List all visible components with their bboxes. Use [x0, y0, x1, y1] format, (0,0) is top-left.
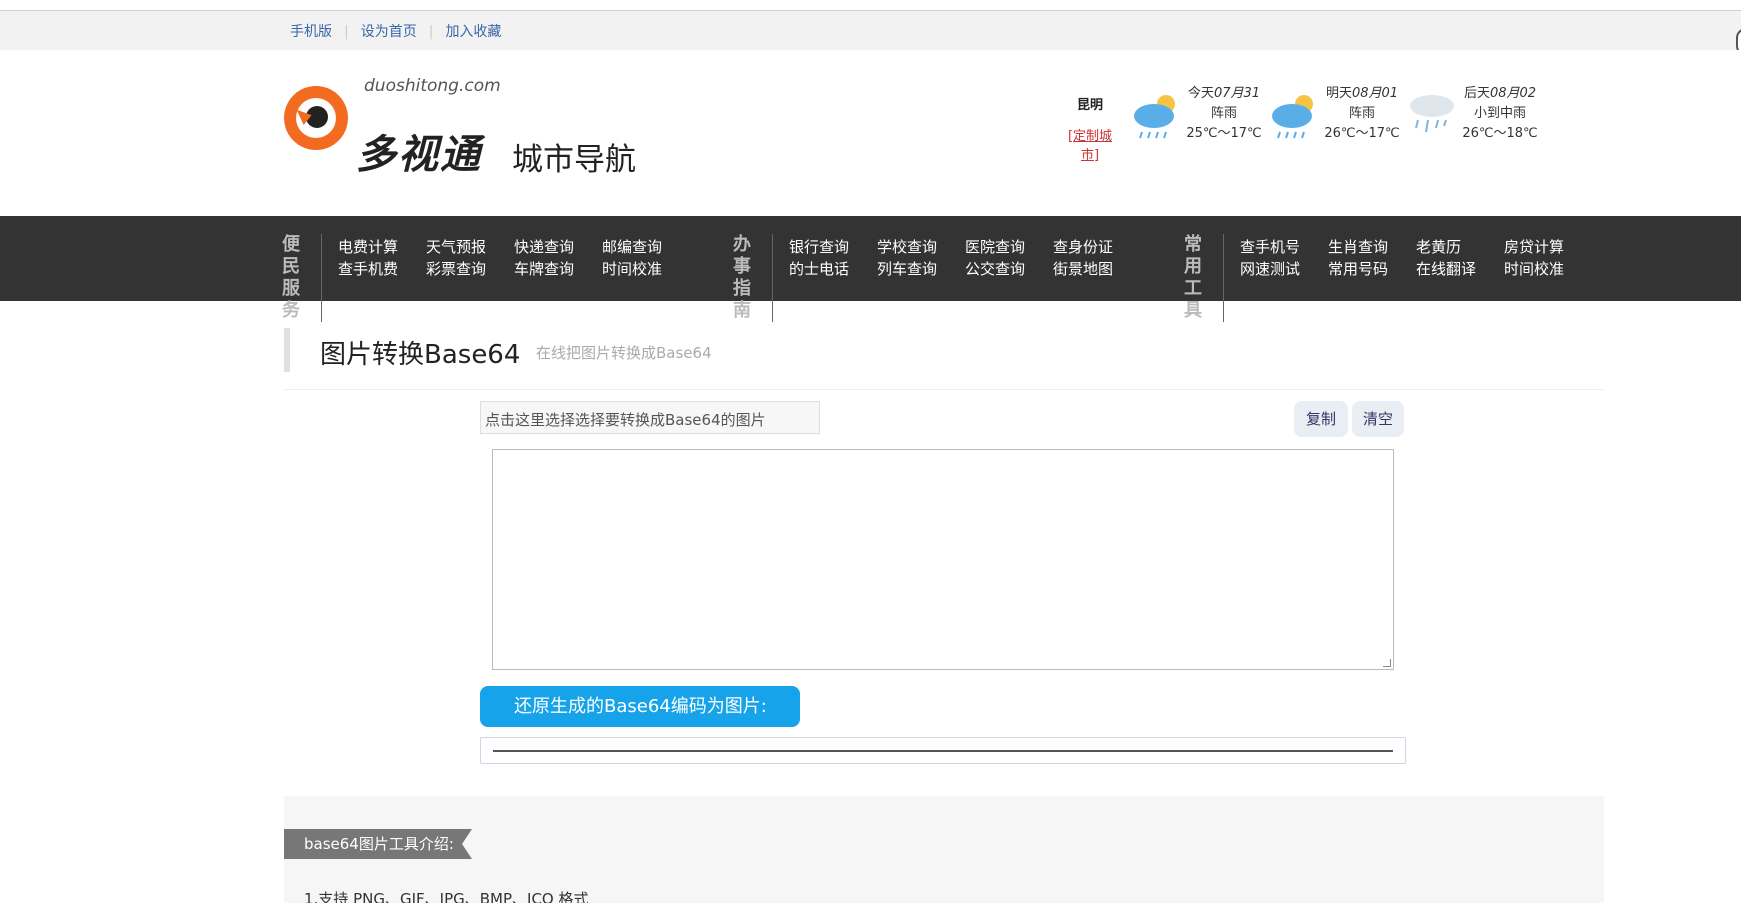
logo-brand: 多视通 — [356, 132, 482, 178]
mobile-version-link[interactable]: 手机版 — [290, 24, 332, 40]
logo-subtitle: 城市导航 — [512, 142, 636, 178]
logo-domain: duoshitong.com — [364, 76, 501, 96]
main-nav-bar: 便民服务 电费计算 天气预报 快递查询 邮编查询 查手机费 彩票查询 车牌查询 … — [0, 216, 1741, 322]
browser-top-edge — [0, 0, 1741, 11]
nav-link[interactable]: 车牌查询 — [514, 258, 602, 280]
nav-link[interactable]: 街景地图 — [1053, 258, 1141, 280]
nav-group-title: 常用工具 — [1184, 234, 1224, 322]
city-name: 昆明 — [1076, 98, 1103, 113]
restore-image-button[interactable]: 还原生成的Base64编码为图片: — [480, 686, 800, 727]
nav-link[interactable]: 查手机号 — [1240, 236, 1328, 258]
nav-link[interactable]: 的士电话 — [789, 258, 877, 280]
nav-link[interactable]: 学校查询 — [877, 236, 965, 258]
nav-link[interactable]: 房贷计算 — [1504, 236, 1592, 258]
sun-rain-icon — [1134, 95, 1175, 139]
weather-day-tomorrow: 明天08月01 阵雨 26℃～17℃ — [1268, 84, 1408, 154]
base64-output-textarea[interactable] — [492, 449, 1394, 670]
nav-group-title: 办事指南 — [733, 234, 773, 322]
weather-day-today: 今天07月31 阵雨 25℃～17℃ — [1130, 84, 1270, 154]
resize-handle-icon[interactable] — [1383, 659, 1391, 667]
nav-link[interactable]: 银行查询 — [789, 236, 877, 258]
nav-link[interactable]: 老黄历 — [1416, 236, 1504, 258]
intro-line: 1.支持 PNG、GIF、JPG、BMP、ICO 格式 — [304, 890, 589, 903]
nav-link[interactable]: 查手机费 — [338, 258, 426, 280]
sun-rain-icon — [1272, 95, 1313, 139]
site-logo[interactable]: duoshitong.com 多视通 城市导航 — [284, 56, 684, 178]
nav-link[interactable]: 列车查询 — [877, 258, 965, 280]
nav-link[interactable]: 电费计算 — [338, 236, 426, 258]
rain-icon — [1410, 95, 1454, 133]
clear-button[interactable]: 清空 — [1352, 401, 1404, 437]
file-select-input[interactable]: 点击这里选择选择要转换成Base64的图片 — [480, 401, 820, 434]
divider: | — [344, 24, 349, 40]
restored-image-area — [480, 737, 1406, 764]
nav-link[interactable]: 生肖查询 — [1328, 236, 1416, 258]
nav-link[interactable]: 医院查询 — [965, 236, 1053, 258]
nav-link[interactable]: 公交查询 — [965, 258, 1053, 280]
nav-link[interactable]: 网速测试 — [1240, 258, 1328, 280]
page-title-block: 图片转换Base64 在线把图片转换成Base64 — [284, 328, 712, 372]
copy-button[interactable]: 复制 — [1294, 401, 1348, 437]
intro-tag: base64图片工具介绍: — [284, 829, 472, 859]
nav-link[interactable]: 常用号码 — [1328, 258, 1416, 280]
weather-day-after: 后天08月02 小到中雨 26℃～18℃ — [1406, 84, 1546, 154]
nav-group-title: 便民服务 — [282, 234, 322, 322]
intro-section: base64图片工具介绍: 1.支持 PNG、GIF、JPG、BMP、ICO 格… — [284, 796, 1604, 903]
nav-link[interactable]: 彩票查询 — [426, 258, 514, 280]
page-subtitle: 在线把图片转换成Base64 — [536, 344, 712, 362]
set-homepage-link[interactable]: 设为首页 — [361, 24, 417, 40]
divider: | — [428, 24, 434, 40]
top-links: 手机版 | 设为首页 | 加入收藏 — [290, 21, 501, 41]
add-favorite-link[interactable]: 加入收藏 — [445, 24, 501, 40]
nav-link[interactable]: 时间校准 — [602, 258, 690, 280]
nav-link[interactable]: 在线翻译 — [1416, 258, 1504, 280]
nav-link[interactable]: 邮编查询 — [602, 236, 690, 258]
weather-city: 昆明 [定制城市] — [1060, 94, 1120, 163]
nav-link[interactable]: 查身份证 — [1053, 236, 1141, 258]
image-placeholder-line — [493, 750, 1393, 752]
custom-city-link[interactable]: [定制城市] — [1060, 125, 1120, 163]
divider — [284, 389, 1604, 390]
nav-link[interactable]: 快递查询 — [514, 236, 602, 258]
top-links-bar: 手机版 | 设为首页 | 加入收藏 — [0, 11, 1741, 50]
page-title: 图片转换Base64 — [320, 340, 521, 370]
nav-link[interactable]: 时间校准 — [1504, 258, 1592, 280]
nav-link[interactable]: 天气预报 — [426, 236, 514, 258]
